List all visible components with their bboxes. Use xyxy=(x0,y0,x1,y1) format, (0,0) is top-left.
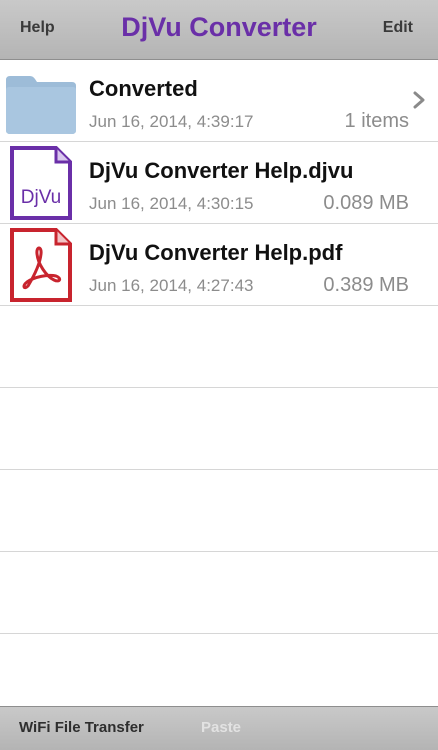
navigation-bar: Help DjVu Converter Edit xyxy=(0,0,438,60)
empty-row xyxy=(0,306,438,388)
file-row-djvu[interactable]: DjVu DjVu Converter Help.djvu Jun 16, 20… xyxy=(0,142,438,224)
app-screen: Help DjVu Converter Edit Converted Jun 1… xyxy=(0,0,438,750)
empty-row xyxy=(0,552,438,634)
empty-row xyxy=(0,470,438,552)
djvu-icon-label: DjVu xyxy=(21,187,61,208)
bottom-toolbar: WiFi File Transfer Paste xyxy=(0,706,438,750)
file-name: DjVu Converter Help.djvu xyxy=(89,158,354,183)
file-size: 0.389 MB xyxy=(323,274,409,296)
file-date: Jun 16, 2014, 4:30:15 xyxy=(89,194,254,213)
help-button[interactable]: Help xyxy=(20,19,55,37)
file-size: 1 items xyxy=(344,110,409,132)
file-list: Converted Jun 16, 2014, 4:39:17 1 items … xyxy=(0,60,438,634)
page-title: DjVu Converter xyxy=(121,12,317,42)
file-name: DjVu Converter Help.pdf xyxy=(89,240,343,265)
file-size: 0.089 MB xyxy=(323,192,409,214)
djvu-file-icon: DjVu xyxy=(4,146,78,220)
paste-button[interactable]: Paste xyxy=(201,719,241,736)
edit-button[interactable]: Edit xyxy=(383,19,413,37)
file-date: Jun 16, 2014, 4:27:43 xyxy=(89,276,254,295)
file-name: Converted xyxy=(89,76,198,101)
chevron-right-icon xyxy=(412,90,426,110)
wifi-file-transfer-button[interactable]: WiFi File Transfer xyxy=(19,719,144,736)
file-date: Jun 16, 2014, 4:39:17 xyxy=(89,112,254,131)
pdf-file-icon xyxy=(4,228,78,302)
file-row-pdf[interactable]: DjVu Converter Help.pdf Jun 16, 2014, 4:… xyxy=(0,224,438,306)
file-row-converted[interactable]: Converted Jun 16, 2014, 4:39:17 1 items xyxy=(0,60,438,142)
empty-row xyxy=(0,388,438,470)
folder-icon xyxy=(4,64,78,138)
